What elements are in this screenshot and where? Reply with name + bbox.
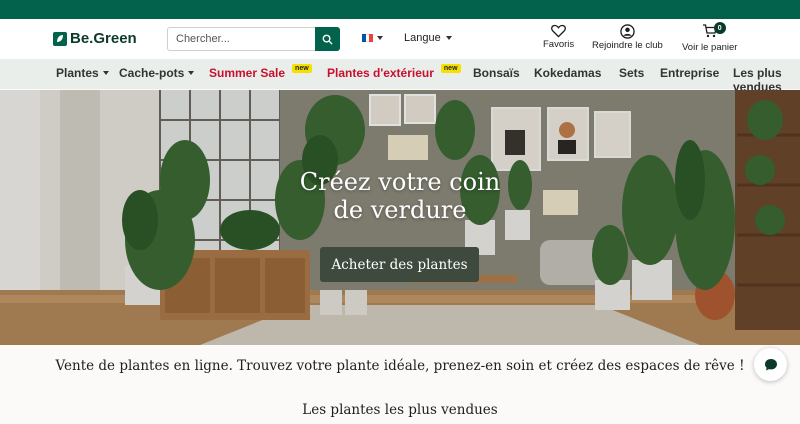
hero-banner: Créez votre coin de verdure Acheter des … (0, 90, 800, 345)
join-club-button[interactable]: Rejoindre le club (592, 24, 663, 51)
search-bar (167, 27, 340, 51)
bestsellers-heading: Les plantes les plus vendues (302, 402, 498, 418)
chat-button[interactable] (754, 348, 787, 381)
french-flag-icon (362, 34, 374, 42)
logo[interactable]: Be.Green (53, 30, 137, 47)
nav-label: Sets (619, 66, 645, 80)
logo-text: Be.Green (70, 30, 137, 47)
nav-label: Summer Sale (209, 66, 286, 80)
favorites-label: Favoris (543, 39, 575, 50)
new-badge: new (440, 63, 461, 73)
site-header: Be.Green Langue Favoris Rejoindre le clu… (0, 19, 800, 59)
nav-label: Plantes d'extérieur (327, 66, 434, 80)
nav-label: Kokedamas (534, 66, 602, 80)
hero-title-line1: Créez votre coin (299, 168, 501, 196)
search-icon (322, 34, 333, 45)
chevron-down-icon (188, 71, 195, 75)
nav-item-summer-sale[interactable]: Summer Sale new (209, 63, 312, 80)
shop-plants-button[interactable]: Acheter des plantes (320, 247, 479, 282)
nav-item-entreprise[interactable]: Entreprise (660, 66, 719, 80)
chevron-down-icon (377, 36, 383, 40)
join-club-label: Rejoindre le club (592, 40, 663, 51)
chat-bubble-icon (764, 358, 777, 370)
cart-count-badge: 0 (713, 22, 726, 34)
new-badge: new (292, 63, 312, 73)
nav-label: Entreprise (660, 66, 720, 80)
favorites-button[interactable]: Favoris (543, 24, 574, 50)
nav-item-kokedamas[interactable]: Kokedamas (534, 66, 601, 80)
top-banner (0, 0, 800, 19)
search-input[interactable] (167, 27, 315, 51)
hero-title-line2: de verdure (333, 196, 467, 224)
language-label: Langue (404, 32, 441, 44)
user-circle-icon (620, 24, 635, 39)
nav-label: Bonsaïs (473, 66, 520, 80)
leaf-logo-icon (53, 31, 67, 46)
nav-label: Plantes (56, 66, 99, 80)
nav-item-plantes[interactable]: Plantes (56, 66, 109, 80)
chevron-down-icon (445, 36, 452, 40)
chevron-down-icon (102, 71, 109, 75)
hero-title: Créez votre coin de verdure (0, 168, 800, 224)
heart-icon (551, 24, 567, 38)
nav-item-sets[interactable]: Sets (619, 66, 644, 80)
language-dropdown[interactable]: Langue (404, 32, 452, 44)
nav-item-bonsais[interactable]: Bonsaïs (473, 66, 520, 80)
cart-label: Voir le panier (682, 42, 738, 53)
tagline: Vente de plantes en ligne. Trouvez votre… (55, 358, 745, 374)
nav-item-plantes-exterieur[interactable]: Plantes d'extérieur new (327, 63, 461, 80)
nav-label: Cache-pots (119, 66, 185, 80)
search-button[interactable] (315, 27, 340, 51)
cart-button[interactable]: 0 Voir le panier (682, 22, 738, 53)
nav-item-cache-pots[interactable]: Cache-pots (119, 66, 195, 80)
flag-selector[interactable] (362, 34, 383, 42)
